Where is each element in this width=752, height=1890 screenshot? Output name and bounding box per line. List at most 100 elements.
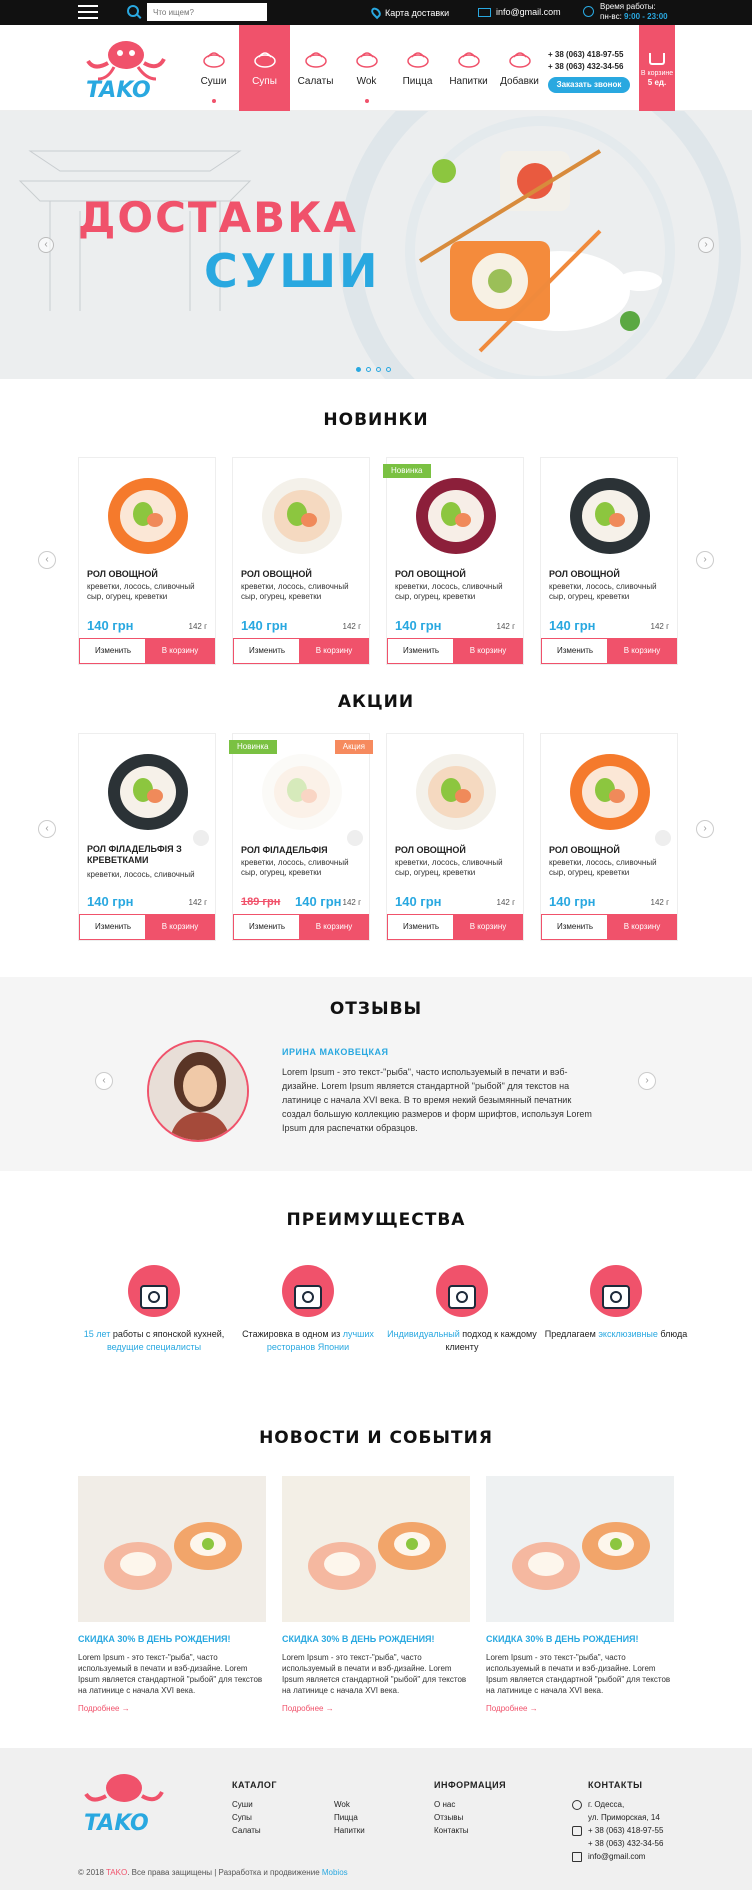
news-title: НОВОСТИ И СОБЫТИЯ (259, 1428, 493, 1448)
add-to-cart-button[interactable]: В корзину (453, 914, 523, 940)
add-to-cart-button[interactable]: В корзину (299, 638, 369, 664)
sale-prev-arrow-icon[interactable]: ‹ (38, 820, 56, 838)
nav-item-0[interactable]: Суши (188, 25, 239, 111)
change-button[interactable]: Изменить (387, 638, 455, 664)
nav-label: Супы (252, 76, 277, 87)
review-prev-arrow-icon[interactable]: ‹ (95, 1072, 113, 1090)
nav-label: Салаты (297, 76, 334, 87)
slide-dot[interactable] (376, 367, 381, 372)
phone-1[interactable]: + 38 (063) 418-97-55 (548, 49, 623, 61)
add-to-cart-button[interactable]: В корзину (453, 638, 523, 664)
drink-icon (457, 47, 481, 69)
advantage-text-part: Предлагаем (544, 1329, 599, 1339)
footer-info-title: ИНФОРМАЦИЯ (434, 1780, 507, 1790)
add-to-cart-button[interactable]: В корзину (607, 638, 677, 664)
sale-next-arrow-icon[interactable]: › (696, 820, 714, 838)
news-image[interactable] (78, 1476, 266, 1622)
footer-link[interactable]: Контакты (434, 1826, 469, 1835)
news-title[interactable]: СКИДКА 30% В ДЕНЬ РОЖДЕНИЯ! (78, 1634, 266, 1644)
sauce-icon (508, 47, 532, 69)
email-link[interactable]: info@gmail.com (478, 7, 561, 17)
news-title[interactable]: СКИДКА 30% В ДЕНЬ РОЖДЕНИЯ! (282, 1634, 470, 1644)
copyright-brand[interactable]: TAKO (106, 1868, 127, 1877)
request-call-button[interactable]: Заказать звонок (548, 77, 630, 93)
nav-item-4[interactable]: Пицца (392, 25, 443, 111)
sale-section-title: АКЦИИ (337, 692, 415, 712)
product-weight: 142 г (188, 898, 208, 907)
slide-dot[interactable] (366, 367, 371, 372)
news-image[interactable] (282, 1476, 470, 1622)
nav-item-3[interactable]: Wok (341, 25, 392, 111)
news-title[interactable]: СКИДКА 30% В ДЕНЬ РОЖДЕНИЯ! (486, 1634, 674, 1644)
footer-link[interactable]: Напитки (334, 1826, 365, 1835)
nav-item-5[interactable]: Напитки (443, 25, 494, 111)
footer-link[interactable]: Супы (232, 1813, 252, 1822)
product-image[interactable] (541, 734, 679, 844)
footer-link[interactable]: Отзывы (434, 1813, 463, 1822)
product-image[interactable] (387, 734, 525, 844)
product-description: креветки, лосось, сливочный сыр, огурец,… (549, 858, 657, 877)
new-next-arrow-icon[interactable]: › (696, 551, 714, 569)
search-icon[interactable] (127, 5, 139, 17)
read-more-label: Подробнее (486, 1704, 528, 1713)
product-price: 140 грн (295, 894, 342, 909)
footer-link[interactable]: Пицца (334, 1813, 358, 1822)
hero-prev-arrow-icon[interactable]: ‹ (38, 237, 54, 253)
footer-link[interactable]: Салаты (232, 1826, 261, 1835)
product-description: креветки, лосось, сливочный сыр, огурец,… (87, 582, 195, 601)
product-weight: 142 г (650, 622, 670, 631)
developer-link[interactable]: Mobios (322, 1868, 348, 1877)
nav-item-6[interactable]: Добавки (494, 25, 545, 111)
product-image[interactable] (541, 458, 679, 568)
add-to-cart-button[interactable]: В корзину (145, 914, 215, 940)
cart-count: 5 ед. (647, 78, 667, 87)
change-button[interactable]: Изменить (541, 914, 609, 940)
footer-phone-1[interactable]: + 38 (063) 418-97-55 (588, 1826, 663, 1835)
fish-icon (193, 830, 209, 846)
advantage-text-part: работы с японской кухней, (110, 1329, 225, 1339)
phone-2[interactable]: + 38 (063) 432-34-56 (548, 61, 623, 73)
review-next-arrow-icon[interactable]: › (638, 1072, 656, 1090)
change-button[interactable]: Изменить (541, 638, 609, 664)
change-button[interactable]: Изменить (233, 638, 301, 664)
news-image[interactable] (486, 1476, 674, 1622)
nav-item-2[interactable]: Салаты (290, 25, 341, 111)
footer-link[interactable]: О нас (434, 1800, 455, 1809)
footer-link[interactable]: Суши (232, 1800, 253, 1809)
footer-phone-2[interactable]: + 38 (063) 432-34-56 (588, 1839, 663, 1848)
product-image[interactable] (233, 458, 371, 568)
nav-label: Напитки (449, 76, 488, 87)
change-button[interactable]: Изменить (233, 914, 301, 940)
read-more-link[interactable]: Подробнее → (486, 1704, 674, 1713)
footer-logo-icon[interactable]: TAKO (78, 1768, 170, 1834)
product-price: 140 грн (549, 618, 596, 633)
change-button[interactable]: Изменить (79, 914, 147, 940)
arrow-right-icon: → (323, 1704, 334, 1713)
delivery-map-link[interactable]: Карта доставки (369, 5, 449, 20)
footer-link[interactable]: Wok (334, 1800, 350, 1809)
add-to-cart-label: В корзину (315, 646, 353, 655)
nav-item-1[interactable]: Супы (239, 25, 290, 111)
menu-icon[interactable] (78, 5, 98, 19)
change-button[interactable]: Изменить (387, 914, 455, 940)
search-input[interactable] (147, 3, 267, 21)
product-image[interactable] (79, 458, 217, 568)
footer-email[interactable]: info@gmail.com (588, 1852, 645, 1861)
product-description: креветки, лосось, сливочный сыр, огурец,… (395, 858, 503, 877)
add-to-cart-button[interactable]: В корзину (607, 914, 677, 940)
read-more-link[interactable]: Подробнее → (78, 1704, 266, 1713)
cart-button[interactable]: В корзине 5 ед. (639, 25, 675, 111)
add-to-cart-button[interactable]: В корзину (299, 914, 369, 940)
change-button[interactable]: Изменить (79, 638, 147, 664)
product-card: Новинка РОЛ ОВОЩНОЙ креветки, лосось, слив… (383, 457, 524, 665)
advantages-list: 15 лет работы с японской кухней, ведущие… (78, 1264, 694, 1354)
hero-next-arrow-icon[interactable]: › (698, 237, 714, 253)
product-image[interactable] (79, 734, 217, 844)
new-prev-arrow-icon[interactable]: ‹ (38, 551, 56, 569)
slide-dot[interactable] (356, 367, 361, 372)
octopus-logo-icon: TAKO (86, 41, 166, 103)
read-more-link[interactable]: Подробнее → (282, 1704, 470, 1713)
logo[interactable]: TAKO (80, 35, 172, 103)
add-to-cart-button[interactable]: В корзину (145, 638, 215, 664)
slide-dot[interactable] (386, 367, 391, 372)
